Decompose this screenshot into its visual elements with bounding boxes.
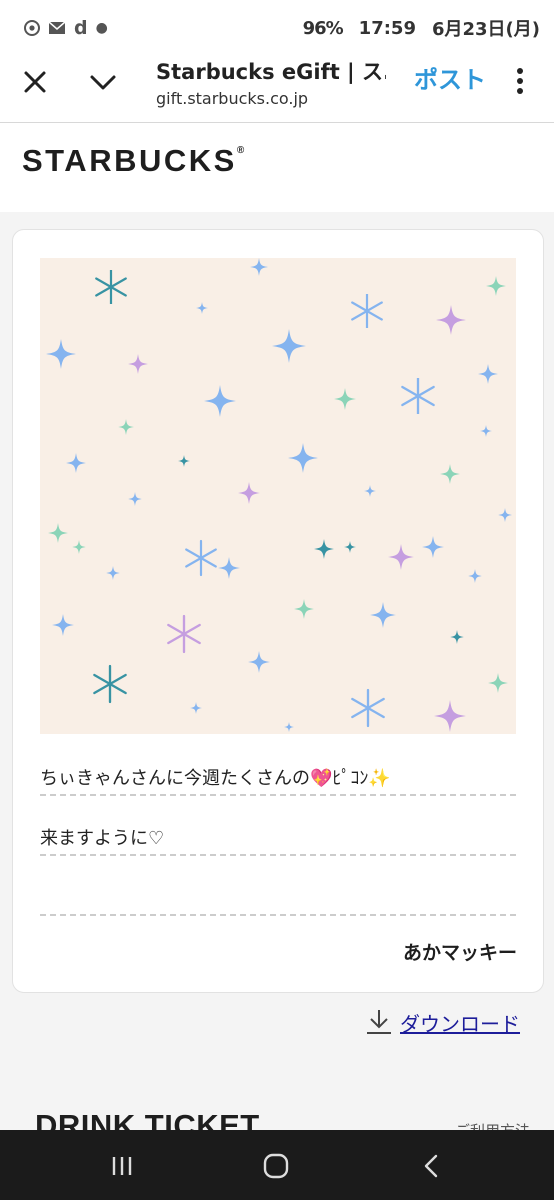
mail-icon <box>48 21 66 34</box>
sparkle-artwork <box>40 258 516 734</box>
gift-message-card: ちぃきゃんさんに今週たくさんの💖ﾋﾟｺﾝ✨ 来ますように♡ あかマッキー <box>12 229 544 993</box>
close-icon[interactable] <box>20 67 50 97</box>
download-link[interactable]: ダウンロード <box>364 1004 520 1040</box>
recent-apps-icon[interactable] <box>108 1152 136 1180</box>
status-notification-icons: d ● <box>24 14 108 42</box>
message-line-2: 来ますように♡ <box>40 820 516 856</box>
home-icon[interactable] <box>262 1152 290 1180</box>
status-right: 96% 17:59 6月23日(月) <box>303 14 540 42</box>
message-line-1: ちぃきゃんさんに今週たくさんの💖ﾋﾟｺﾝ✨ <box>40 760 516 796</box>
more-options-icon[interactable] <box>510 64 530 98</box>
download-icon <box>367 1010 391 1034</box>
battery-level: 96% <box>302 17 344 39</box>
site-header: STARBUCKS® <box>0 123 554 212</box>
dot-icon: ● <box>95 20 108 36</box>
date: 6月23日(月) <box>431 19 540 40</box>
artwork-background <box>40 258 516 734</box>
system-nav-bar <box>0 1130 554 1200</box>
back-icon[interactable] <box>418 1152 446 1180</box>
post-button[interactable]: ポスト <box>414 60 486 95</box>
browser-app-bar: Starbucks eGift | ス... gift.starbucks.co… <box>0 56 554 123</box>
download-label[interactable]: ダウンロード <box>400 1008 520 1037</box>
logo-text: STARBUCKS <box>22 143 237 178</box>
page-url: gift.starbucks.co.jp <box>156 89 309 108</box>
message-text-2: 来ますように♡ <box>40 828 165 849</box>
chrome-icon <box>24 20 40 36</box>
d-icon: d <box>74 17 88 39</box>
sender-name: あかマッキー <box>402 942 517 964</box>
starbucks-logo[interactable]: STARBUCKS® <box>22 143 244 179</box>
clock: 17:59 <box>358 17 416 39</box>
registered-mark: ® <box>236 145 245 156</box>
chevron-down-icon[interactable] <box>88 67 118 97</box>
message-line-3 <box>40 880 516 916</box>
status-bar: d ● 96% 17:59 6月23日(月) <box>0 0 554 56</box>
message-text-1: ちぃきゃんさんに今週たくさんの💖ﾋﾟｺﾝ✨ <box>40 768 391 789</box>
page-title: Starbucks eGift | ス... <box>156 60 386 84</box>
